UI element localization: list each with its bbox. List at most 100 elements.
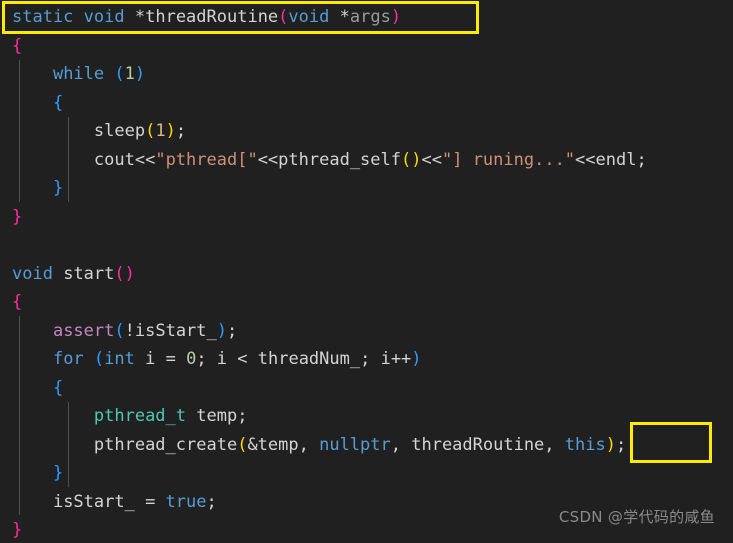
code-token: for	[52, 349, 84, 369]
code-token: )	[390, 7, 402, 27]
code-editor-content[interactable]: static void *threadRoutine(void *args){ …	[0, 0, 733, 543]
code-line[interactable]: sleep(1);	[0, 117, 733, 146]
code-token: threadRoutine	[145, 7, 279, 27]
code-token: args	[349, 7, 391, 27]
code-token: (	[237, 434, 248, 455]
code-token: int	[104, 349, 135, 369]
code-token: (	[114, 320, 125, 341]
code-token: (	[93, 349, 105, 369]
indent-guide	[68, 117, 69, 202]
code-token: this	[564, 434, 606, 455]
code-token: endl	[595, 149, 637, 170]
code-token: while	[52, 64, 105, 84]
code-token: void	[288, 7, 330, 27]
code-line[interactable]: pthread_create(&temp, nullptr, threadRou…	[0, 431, 733, 460]
code-token: *	[124, 7, 146, 27]
code-line[interactable]: assert(!isStart_);	[0, 317, 733, 346]
code-token: 1	[155, 121, 166, 141]
code-line[interactable]: pthread_t temp;	[0, 402, 733, 431]
code-token: ; i++	[360, 349, 412, 369]
code-token: ;	[615, 434, 627, 455]
code-token: )	[165, 121, 176, 141]
code-token: *	[329, 7, 350, 27]
code-token: {	[52, 377, 64, 398]
code-token: 0	[186, 349, 197, 369]
code-token: threadRoutine	[411, 434, 545, 455]
code-token: "pthread["	[155, 149, 258, 170]
code-token: temp;	[186, 406, 248, 426]
code-token: 1	[124, 64, 135, 84]
code-token: (	[401, 149, 412, 170]
code-token: ,	[544, 434, 565, 455]
code-token: )	[411, 349, 422, 369]
code-token: <<	[575, 149, 596, 170]
code-line[interactable]: static void *threadRoutine(void *args)	[0, 3, 733, 32]
code-token: (	[114, 263, 125, 284]
code-line[interactable]: }	[0, 174, 733, 203]
code-token: (	[114, 64, 125, 84]
code-token: )	[134, 64, 146, 84]
code-token: <<	[134, 149, 156, 170]
code-line[interactable]: {	[0, 32, 733, 61]
code-line[interactable]: void start()	[0, 260, 733, 289]
code-token: true	[165, 491, 207, 512]
code-token: ;	[636, 149, 647, 170]
code-token: }	[12, 206, 23, 227]
indent-guide	[68, 402, 69, 487]
code-token: threadNum_	[257, 349, 361, 369]
code-token: isStart_	[134, 320, 217, 341]
code-token: start	[63, 263, 115, 284]
code-line[interactable]: {	[0, 374, 733, 403]
code-line[interactable]: {	[0, 89, 733, 118]
code-token: !	[124, 320, 135, 341]
watermark: CSDN @学代码的咸鱼	[558, 507, 715, 526]
code-token: "] runing..."	[441, 149, 576, 170]
code-token: )	[124, 263, 135, 284]
code-token: assert	[52, 320, 115, 341]
code-token: void	[12, 263, 53, 284]
code-token: pthread_self	[278, 149, 401, 170]
code-token: )	[605, 434, 616, 455]
code-line[interactable]: cout<<"pthread["<<pthread_self()<<"] run…	[0, 146, 733, 175]
code-token: sleep	[93, 121, 146, 141]
code-token: {	[12, 35, 23, 56]
code-token: }	[52, 178, 64, 198]
code-token: ; i <	[196, 349, 258, 369]
code-token: i =	[134, 349, 187, 369]
code-token: {	[52, 92, 64, 113]
code-token: ;	[206, 491, 217, 512]
code-line[interactable]: {	[0, 288, 733, 317]
code-token: void	[83, 7, 125, 27]
code-token: (	[278, 7, 289, 27]
code-token: }	[52, 463, 64, 483]
code-line[interactable]: }	[0, 459, 733, 488]
code-token: static	[12, 7, 74, 27]
code-token: (	[145, 121, 156, 141]
code-line[interactable]	[0, 231, 733, 260]
code-line[interactable]: }	[0, 203, 733, 232]
code-token: &temp,	[247, 434, 320, 455]
indent-guide	[19, 316, 20, 515]
code-token: )	[216, 320, 228, 341]
code-token: isStart_ =	[52, 491, 166, 512]
code-token: <<	[257, 149, 279, 170]
code-token: ,	[390, 434, 412, 455]
code-token: ;	[227, 320, 238, 341]
code-line[interactable]: for (int i = 0; i < threadNum_; i++)	[0, 345, 733, 374]
code-screenshot: static void *threadRoutine(void *args){ …	[0, 0, 733, 543]
code-token: pthread_create	[93, 434, 238, 455]
code-token: pthread_t	[93, 406, 187, 426]
code-token: )	[411, 149, 422, 170]
code-token: {	[12, 292, 23, 312]
code-token: <<	[421, 149, 442, 170]
code-line[interactable]: while (1)	[0, 60, 733, 89]
code-token: ;	[175, 121, 187, 141]
code-token: cout	[93, 149, 135, 170]
